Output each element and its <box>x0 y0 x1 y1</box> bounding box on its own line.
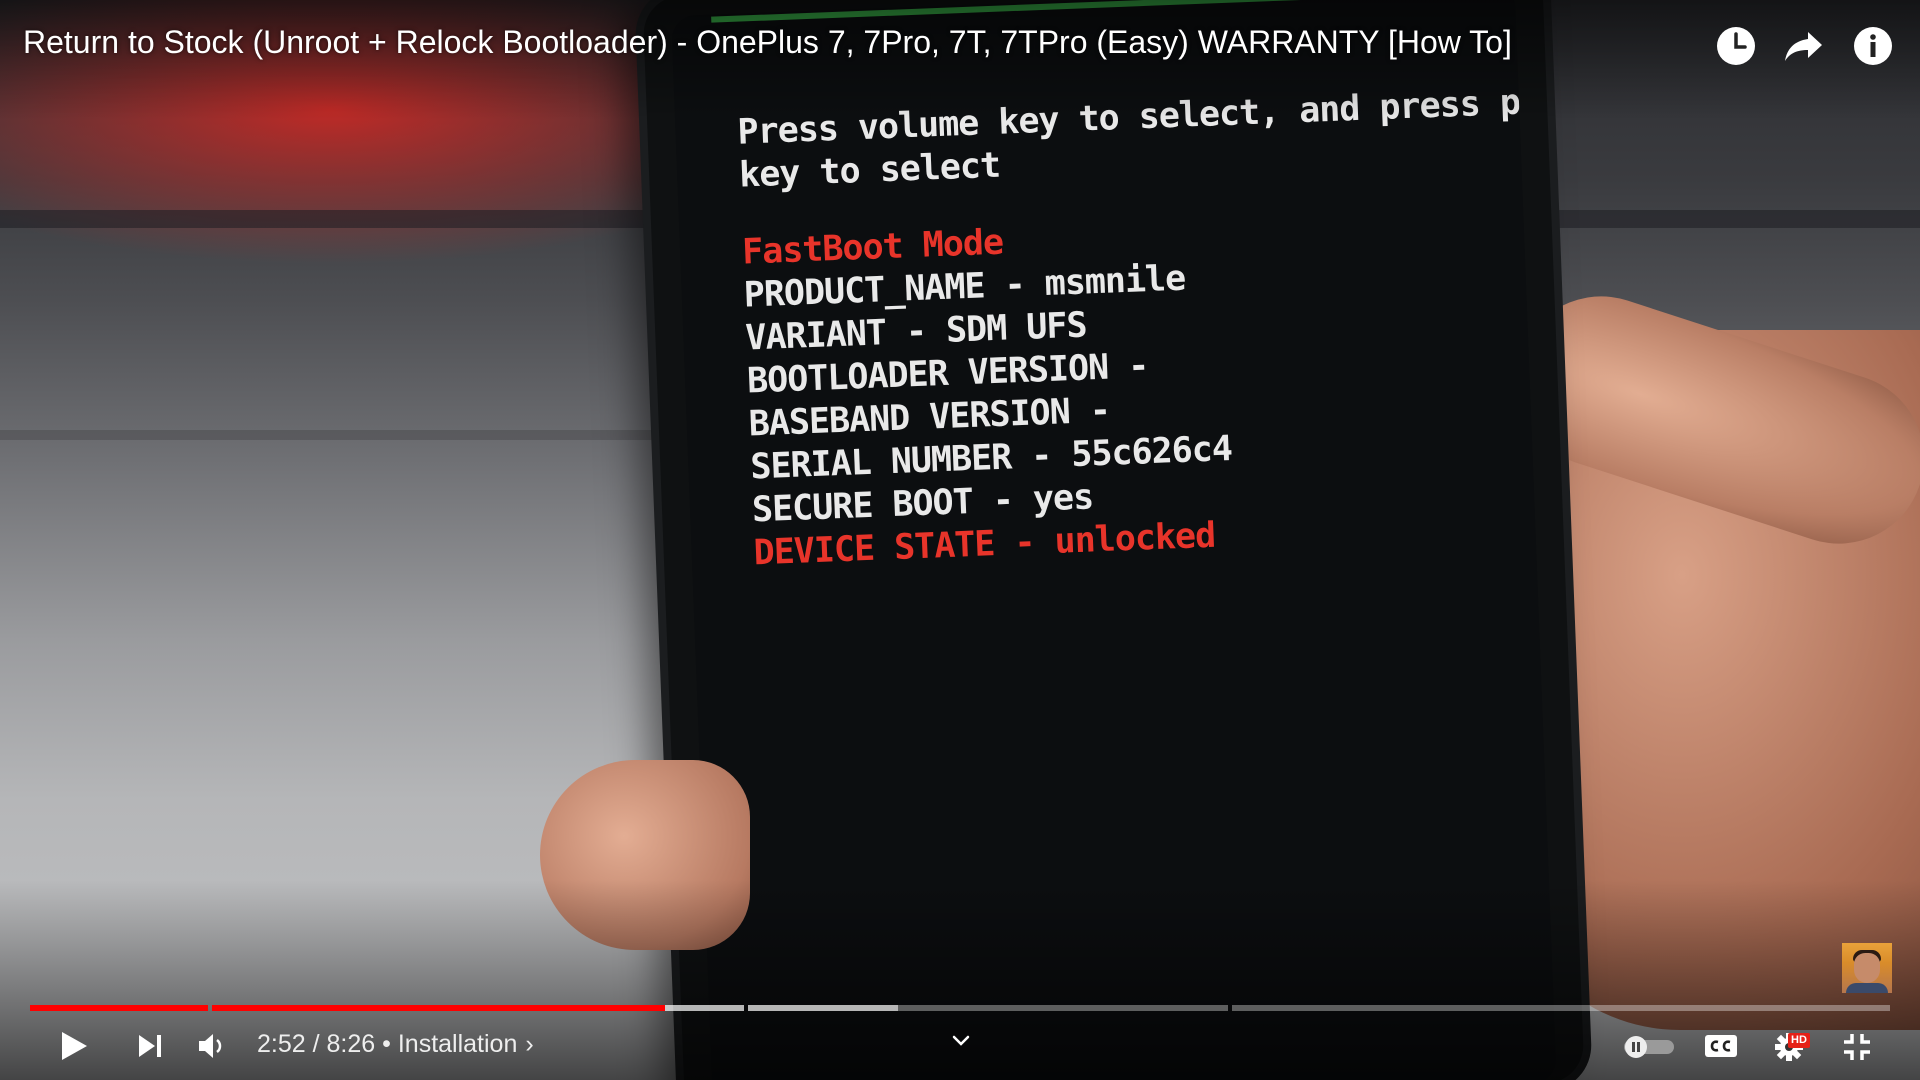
volume-icon <box>199 1034 222 1058</box>
time-separator: / <box>305 1030 327 1058</box>
volume-button[interactable] <box>196 1030 228 1062</box>
autoplay-toggle[interactable] <box>1622 1036 1676 1058</box>
cc-icon <box>1705 1035 1737 1057</box>
autoplay-toggle-icon <box>1624 1036 1674 1058</box>
next-button[interactable] <box>134 1030 166 1062</box>
share-arrow-icon[interactable] <box>1782 24 1826 68</box>
chapter-arrow[interactable]: › <box>525 1030 533 1058</box>
progress-bar[interactable] <box>30 1005 1890 1011</box>
chapter-segment[interactable] <box>1232 1005 1890 1011</box>
play-button[interactable] <box>56 1028 92 1064</box>
play-icon <box>62 1032 87 1060</box>
channel-avatar[interactable] <box>1842 943 1892 993</box>
chapter-bullet: • <box>375 1030 398 1058</box>
time-display: 2:52 / 8:26 • Installation › <box>257 1030 534 1059</box>
duration: 8:26 <box>326 1030 376 1058</box>
video-title[interactable]: Return to Stock (Unroot + Relock Bootloa… <box>23 24 1512 61</box>
next-icon <box>139 1035 161 1057</box>
chapter-title[interactable]: Installation <box>398 1030 518 1058</box>
chapter-segment[interactable] <box>212 1005 744 1011</box>
current-time: 2:52 <box>257 1030 306 1058</box>
captions-button[interactable] <box>1704 1032 1738 1060</box>
clock-icon[interactable] <box>1714 24 1758 68</box>
info-icon[interactable] <box>1851 24 1895 68</box>
chapter-segment[interactable] <box>30 1005 208 1011</box>
hd-badge: HD <box>1788 1033 1810 1048</box>
chapter-segment[interactable] <box>748 1005 1228 1011</box>
fastboot-text: Press volume key to select, and press po… <box>737 79 1557 576</box>
exit-fullscreen-button[interactable] <box>1840 1030 1874 1064</box>
exit-fullscreen-icon <box>1844 1034 1870 1060</box>
chevron-down-icon[interactable] <box>950 1030 972 1052</box>
